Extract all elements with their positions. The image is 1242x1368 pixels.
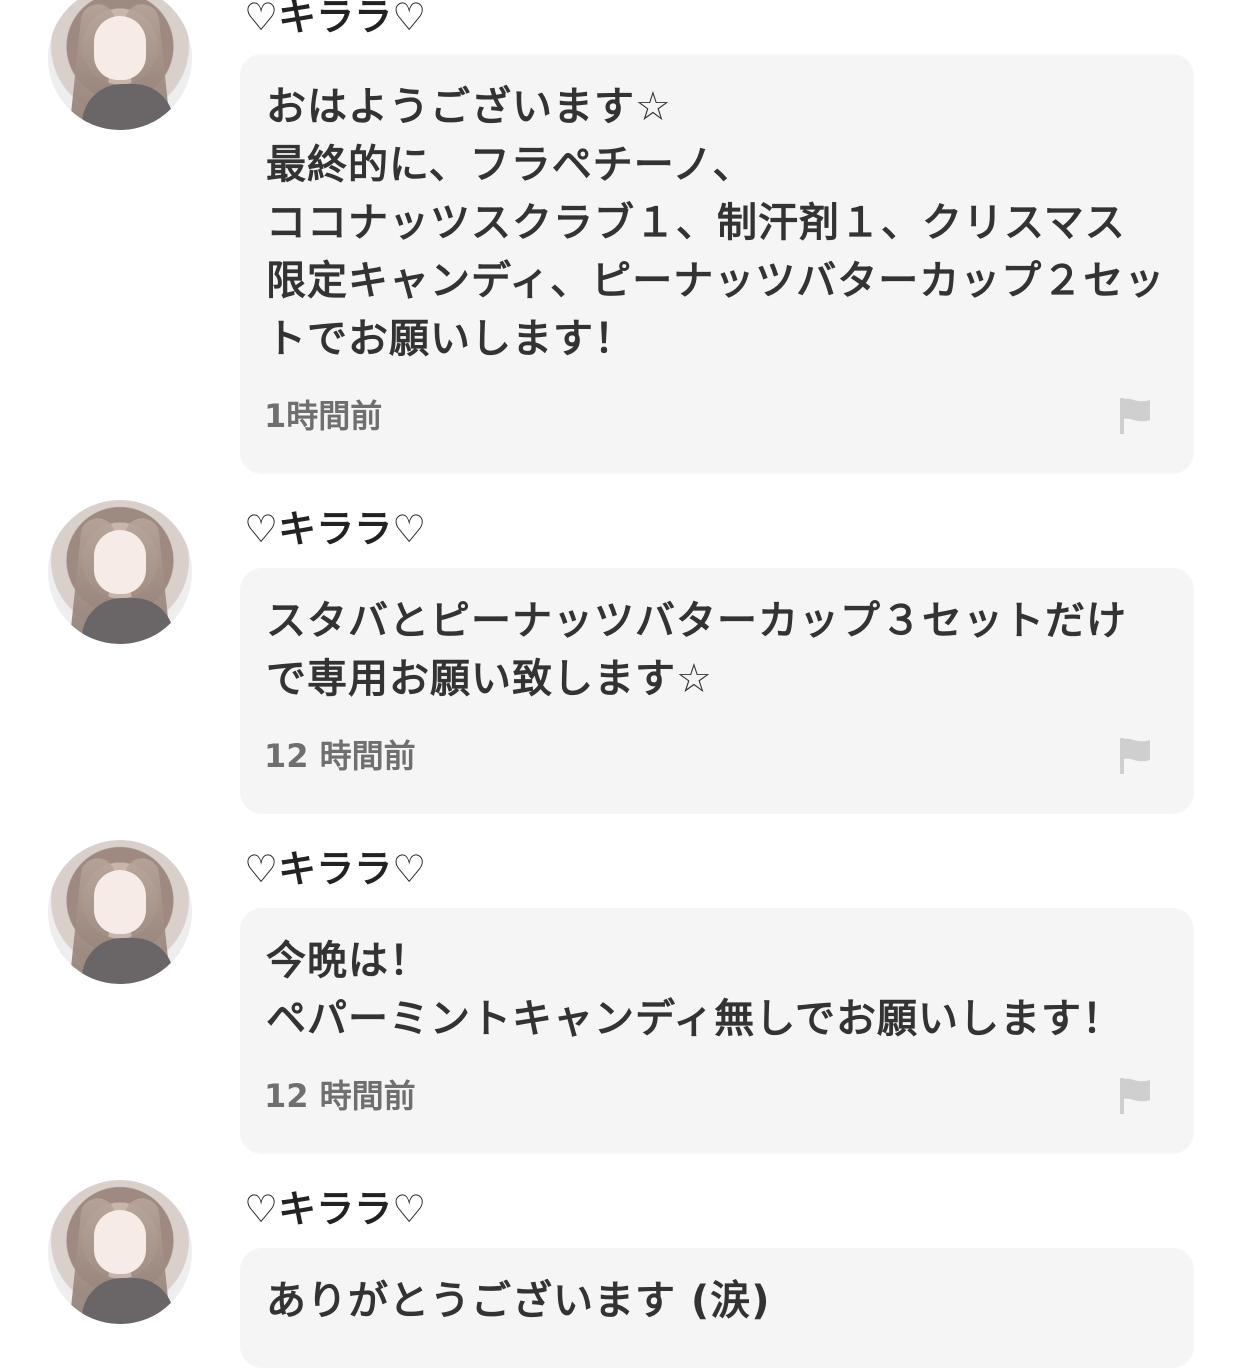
comment-text: おはようございます☆ 最終的に、フラペチーノ、 ココナッツスクラブ１、制汗剤１、… bbox=[266, 84, 1166, 362]
comment-username: ♡キララ♡ bbox=[244, 507, 427, 551]
flag-icon[interactable] bbox=[1118, 1076, 1152, 1116]
comment-text: 今晩は！ ペパーミントキャンディ無しでお願いします！ bbox=[266, 938, 1123, 1042]
comment-bubble: おはようございます☆ 最終的に、フラペチーノ、 ココナッツスクラブ１、制汗剤１、… bbox=[240, 54, 1194, 474]
comment-time: 1時間前 bbox=[264, 397, 383, 435]
comment-item: ♡キララ♡ スタバとピーナッツバターカップ３セットだけで専用お願い致します☆ 1… bbox=[0, 500, 1242, 830]
comment-item: ♡キララ♡ おはようございます☆ 最終的に、フラペチーノ、 ココナッツスクラブ１… bbox=[0, 0, 1242, 490]
user-avatar[interactable] bbox=[48, 500, 192, 644]
comment-item: ♡キララ♡ ありがとうございます (涙) bbox=[0, 1180, 1242, 1368]
comment-bubble: スタバとピーナッツバターカップ３セットだけで専用お願い致します☆ 12 時間前 bbox=[240, 568, 1194, 814]
user-avatar[interactable] bbox=[48, 840, 192, 984]
comment-username: ♡キララ♡ bbox=[244, 847, 427, 891]
comment-username: ♡キララ♡ bbox=[244, 1187, 427, 1231]
comment-text: スタバとピーナッツバターカップ３セットだけで専用お願い致します☆ bbox=[266, 598, 1127, 702]
comment-item: ♡キララ♡ 今晩は！ ペパーミントキャンディ無しでお願いします！ 12 時間前 bbox=[0, 840, 1242, 1170]
flag-icon[interactable] bbox=[1118, 736, 1152, 776]
comment-time: 12 時間前 bbox=[264, 1077, 416, 1115]
comment-bubble: 今晩は！ ペパーミントキャンディ無しでお願いします！ 12 時間前 bbox=[240, 908, 1194, 1154]
comment-username: ♡キララ♡ bbox=[244, 0, 427, 39]
flag-icon[interactable] bbox=[1118, 396, 1152, 436]
comment-bubble: ありがとうございます (涙) bbox=[240, 1248, 1194, 1368]
comment-time: 12 時間前 bbox=[264, 737, 416, 775]
user-avatar[interactable] bbox=[48, 0, 192, 130]
comment-text: ありがとうございます (涙) bbox=[266, 1278, 771, 1324]
user-avatar[interactable] bbox=[48, 1180, 192, 1324]
